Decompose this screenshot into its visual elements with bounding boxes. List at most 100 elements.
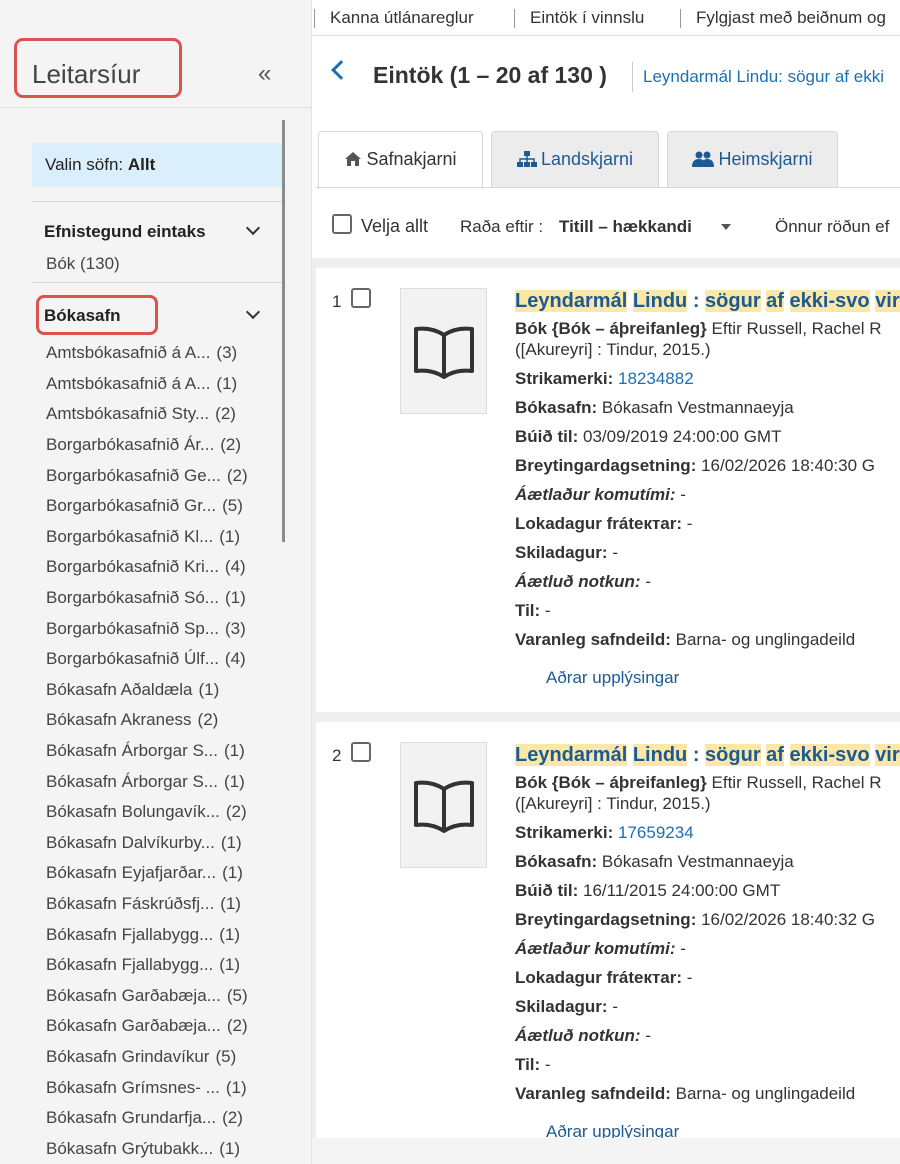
field-value: 16/11/2015 24:00:00 GMT (578, 881, 781, 900)
library-facet-item[interactable]: Borgarbókasafnið Gr... (5) (46, 491, 276, 522)
field-to: Til: - (515, 596, 900, 625)
field-value: - (540, 1055, 551, 1074)
collapse-sidebar-icon[interactable]: « (258, 60, 271, 88)
field-value: - (607, 997, 618, 1016)
library-facet-count: (1) (198, 679, 220, 699)
title-part: Lindu (632, 290, 688, 312)
field-perm-location: Varanleg safndeild: Barna- og unglingade… (515, 1079, 900, 1108)
field-modified: Breytingardagsetning: 16/02/2026 18:40:3… (515, 451, 900, 480)
more-info-link[interactable]: Aðrar upplýsingar (546, 1122, 900, 1138)
library-facet-item[interactable]: Bókasafn Grindavíkur (5) (46, 1042, 276, 1073)
library-facet-name: Bókasafn Fáskrúðsfj... (46, 893, 215, 913)
barcode-link[interactable]: 18234882 (618, 369, 694, 388)
library-facet-item[interactable]: Amtsbókasafnið Sty... (2) (46, 399, 276, 430)
more-info-link[interactable]: Aðrar upplýsingar (546, 668, 900, 688)
field-hold-end: Lokadagur fráteктar: - (515, 509, 900, 538)
sort-dropdown[interactable]: Titill – hækkandi (559, 217, 692, 237)
chevron-down-icon[interactable] (245, 220, 261, 238)
library-facet-item[interactable]: Bókasafn Árborgar S... (1) (46, 736, 276, 767)
library-facet-count: (2) (215, 404, 236, 424)
library-facet-item[interactable]: Bókasafn Grímsnes- ... (1) (46, 1072, 276, 1103)
chevron-down-icon[interactable] (245, 304, 261, 322)
field-value: Barna- og unglingadeild (670, 1084, 856, 1103)
library-facet-item[interactable]: Borgarbókasafnið Úlf... (4) (46, 644, 276, 675)
library-facet-name: Bókasafn Fjallabygg... (46, 924, 214, 944)
back-arrow-icon[interactable] (331, 60, 351, 80)
selected-libraries[interactable]: Valin söfn: Allt (32, 143, 282, 187)
page-title: Eintök (1 – 20 af 130 ) (373, 62, 607, 88)
library-facet-item[interactable]: Borgarbókasafnið Sp... (3) (46, 613, 276, 644)
record-title-link[interactable]: Leyndarmál Lindu: sögur af ekki (643, 67, 884, 87)
result-number: 1 (332, 292, 342, 311)
nav-link-items-in-process[interactable]: Eintök í vinnslu (530, 8, 644, 28)
result-title-link[interactable]: Leyndarmál Lindu : sögur af ekki-svo vir (515, 744, 900, 772)
tab-label: Heimskjarni (718, 149, 813, 169)
library-facet-item[interactable]: Bókasafn Grýtubakk... (1) (46, 1133, 276, 1164)
library-facet-item[interactable]: Bókasafn Akraness (2) (46, 705, 276, 736)
field-label: Búið til: (515, 881, 579, 900)
library-facet-list: Amtsbókasafnið á A... (3) Amtsbókasafnið á… (46, 338, 276, 1164)
field-perm-location: Varanleg safndeild: Barna- og unglingade… (515, 625, 900, 654)
title-part: Leyndarmál (515, 744, 628, 766)
library-facet-name: Borgarbókasafnið Gr... (46, 496, 217, 516)
library-facet-item[interactable]: Amtsbókasafnið á A... (3) (46, 338, 276, 369)
tab-network-zone[interactable]: Landskjarni (491, 131, 659, 188)
other-sort-dropdown[interactable]: Önnur röðun ef (775, 217, 889, 237)
library-facet-item[interactable]: Bókasafn Fáskrúðsfj... (1) (46, 889, 276, 920)
nav-link-circulation-rules[interactable]: Kanna útlánareglur (330, 8, 474, 28)
title-part: : (687, 744, 706, 766)
library-facet-item[interactable]: Bókasafn Garðabæja... (2) (46, 1011, 276, 1042)
title-part: vir (875, 290, 900, 312)
select-all-label[interactable]: Velja allt (361, 216, 428, 237)
library-facet-item[interactable]: Borgarbókasafnið Ár... (2) (46, 430, 276, 461)
result-checkbox[interactable] (351, 288, 371, 308)
library-facet-item[interactable]: Bókasafn Garðabæja... (5) (46, 980, 276, 1011)
library-facet-count: (1) (223, 771, 245, 791)
library-facet-item[interactable]: Bókasafn Grundarfja... (2) (46, 1103, 276, 1134)
title-part: Lindu (632, 744, 688, 766)
library-facet-item[interactable]: Bókasafn Dalvíkurby... (1) (46, 828, 276, 859)
library-facet-name: Bókasafn Bolungavík... (46, 802, 220, 822)
sidebar-header: Leitarsíur « (0, 36, 311, 108)
field-created: Búið til: 16/11/2015 24:00:00 GMT (515, 876, 900, 905)
select-all-checkbox[interactable] (332, 214, 352, 234)
library-facet-item[interactable]: Amtsbókasafnið á A... (1) (46, 369, 276, 400)
tab-institution-zone[interactable]: Safnakjarni (318, 131, 483, 189)
title-part (784, 744, 790, 766)
library-facet-item[interactable]: Borgarbókasafnið Só... (1) (46, 583, 276, 614)
thumbnail (400, 742, 487, 868)
facet-title-library[interactable]: Bókasafn (44, 306, 121, 326)
library-facet-item[interactable]: Borgarbókasafnið Kri... (4) (46, 552, 276, 583)
library-facet-item[interactable]: Borgarbókasafnið Kl... (1) (46, 522, 276, 553)
barcode-link[interactable]: 17659234 (618, 823, 694, 842)
library-facet-item[interactable]: Bókasafn Árborgar S... (1) (46, 766, 276, 797)
library-facet-item[interactable]: Bókasafn Bolungavík... (2) (46, 797, 276, 828)
field-value: - (640, 572, 651, 591)
field-est-use: Áætluð notkun: - (515, 1021, 900, 1050)
library-facet-item[interactable]: Bókasafn Aðaldæla (1) (46, 675, 276, 706)
result-checkbox[interactable] (351, 742, 371, 762)
field-library: Bókasafn: Bókasafn Vestmannaeyja (515, 847, 900, 876)
library-facet-item[interactable]: Bókasafn Eyjafjarðar... (1) (46, 858, 276, 889)
library-facet-item[interactable]: Bókasafn Fjallabygg... (1) (46, 919, 276, 950)
title-part: sögur (705, 290, 761, 312)
facet-value-book[interactable]: Bók (130) (46, 254, 120, 274)
result-title-link[interactable]: Leyndarmál Lindu : sögur af ekki-svo vir (515, 290, 900, 318)
library-facet-name: Bókasafn Grindavíkur (46, 1046, 210, 1066)
result-author: Eftir Russell, Rachel R (706, 319, 882, 338)
library-facet-name: Borgarbókasafnið Ár... (46, 435, 215, 455)
facet-title-material-type[interactable]: Efnistegund eintaks (44, 222, 206, 242)
library-facet-item[interactable]: Borgarbókasafnið Ge... (2) (46, 460, 276, 491)
caret-down-icon[interactable] (721, 224, 731, 230)
title-part: : (687, 290, 706, 312)
field-label: Strikamerki: (515, 823, 614, 842)
home-icon (345, 152, 362, 166)
field-label: Breytingardagsetning: (515, 910, 697, 929)
field-label: Breytingardagsetning: (515, 456, 697, 475)
library-facet-item[interactable]: Bókasafn Fjallabygg... (1) (46, 950, 276, 981)
field-modified: Breytingardagsetning: 16/02/2026 18:40:3… (515, 905, 900, 934)
sidebar-scrollbar[interactable] (282, 120, 285, 542)
divider (32, 201, 282, 202)
nav-link-monitor-requests[interactable]: Fylgjast með beiðnum og (696, 8, 886, 28)
tab-community-zone[interactable]: Heimskjarni (667, 131, 838, 188)
